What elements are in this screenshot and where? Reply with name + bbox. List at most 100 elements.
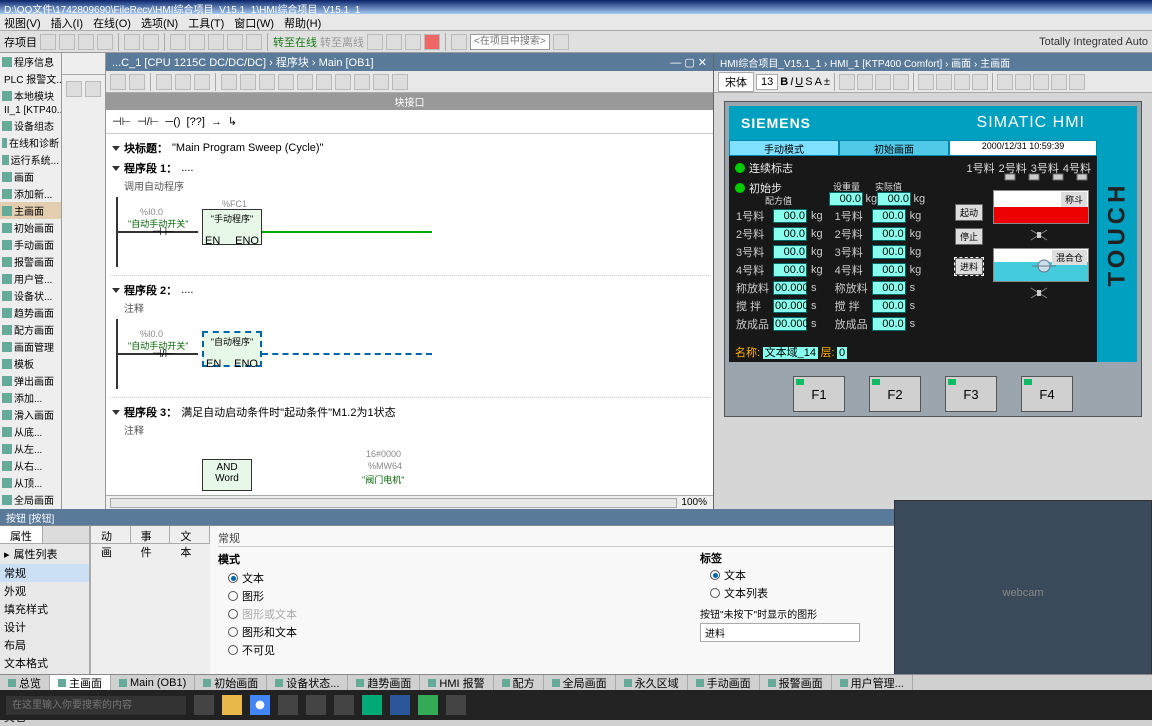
- taskbar-app-icon[interactable]: [278, 695, 298, 715]
- prop-category-item[interactable]: 文本格式: [0, 654, 89, 672]
- tool-icon[interactable]: [1033, 74, 1049, 90]
- prop-tab-events[interactable]: 事件: [131, 526, 171, 543]
- tree-item[interactable]: 永久区域: [0, 508, 61, 509]
- tree-item[interactable]: 运行系统...: [0, 151, 61, 168]
- editor-tab[interactable]: 总览: [0, 675, 50, 690]
- fkey-f2[interactable]: F2: [869, 376, 921, 412]
- line-icon[interactable]: [893, 74, 909, 90]
- hmi-button-init[interactable]: 初始画面: [839, 140, 949, 156]
- tree-item[interactable]: 从底...: [0, 423, 61, 440]
- tool-icon[interactable]: [156, 74, 172, 90]
- tree-item[interactable]: 从顶...: [0, 474, 61, 491]
- tool-icon[interactable]: [240, 74, 256, 90]
- tree-item[interactable]: 画面: [0, 168, 61, 185]
- tool-icon[interactable]: [972, 74, 988, 90]
- settings-icon[interactable]: [306, 695, 326, 715]
- editor-tab[interactable]: 全局画面: [544, 675, 616, 690]
- fkey-f3[interactable]: F3: [945, 376, 997, 412]
- hmi-feed-button[interactable]: 进料: [955, 258, 983, 275]
- label-radio[interactable]: 文本: [700, 566, 860, 584]
- editor-tab[interactable]: 报警画面: [760, 675, 832, 690]
- tree-item[interactable]: 滑入画面: [0, 406, 61, 423]
- tool-icon[interactable]: [175, 74, 191, 90]
- windows-taskbar[interactable]: [0, 690, 1152, 720]
- undo-icon[interactable]: [124, 34, 140, 50]
- tool-icon[interactable]: [297, 74, 313, 90]
- label-value-input[interactable]: 进料: [700, 623, 860, 642]
- tree-item[interactable]: 程序信息: [0, 53, 61, 70]
- close-icon[interactable]: [424, 34, 440, 50]
- toolbar-icon[interactable]: [40, 34, 56, 50]
- italic-icon[interactable]: I: [790, 76, 793, 88]
- fkey-f4[interactable]: F4: [1021, 376, 1073, 412]
- tool-icon[interactable]: [66, 81, 82, 97]
- network-header-1[interactable]: 程序段 1：....: [110, 158, 709, 178]
- tool-icon[interactable]: [110, 74, 126, 90]
- toolbar-icon[interactable]: [553, 34, 569, 50]
- project-search-input[interactable]: [470, 34, 550, 50]
- tia-portal-icon[interactable]: [362, 695, 382, 715]
- tree-item[interactable]: 从左...: [0, 440, 61, 457]
- project-tree[interactable]: 程序信息PLC 报警文...本地模块II_1 [KTP40...设备组态在线和诊…: [0, 53, 62, 509]
- tree-item[interactable]: 画面管理: [0, 338, 61, 355]
- editor-tab[interactable]: 主画面: [50, 675, 111, 690]
- editor-tab[interactable]: HMI 报警: [420, 675, 493, 690]
- editor-tab[interactable]: 永久区域: [616, 675, 688, 690]
- prop-category-item[interactable]: 设计: [0, 618, 89, 636]
- fill-icon[interactable]: [875, 74, 891, 90]
- tool-icon[interactable]: [335, 74, 351, 90]
- strike-icon[interactable]: S: [805, 76, 812, 88]
- tool-icon[interactable]: [392, 74, 408, 90]
- selected-network-box[interactable]: "自动程序" ENENO: [202, 331, 262, 367]
- font-size[interactable]: 13: [756, 74, 778, 90]
- copy-icon[interactable]: [78, 34, 94, 50]
- tool-icon[interactable]: [221, 74, 237, 90]
- tool-icon[interactable]: [373, 74, 389, 90]
- tool-icon[interactable]: [1051, 74, 1067, 90]
- taskbar-app-icon[interactable]: [194, 695, 214, 715]
- tool-icon[interactable]: [354, 74, 370, 90]
- download-icon[interactable]: [170, 34, 186, 50]
- go-offline-button[interactable]: 转至离线: [320, 34, 364, 50]
- label-radio[interactable]: 文本列表: [700, 584, 860, 602]
- toolbar-icon[interactable]: [367, 34, 383, 50]
- tool-icon[interactable]: [259, 74, 275, 90]
- search-icon[interactable]: [451, 34, 467, 50]
- hmi-stop-button[interactable]: 停止: [955, 228, 983, 245]
- editor-tab[interactable]: 用户管理...: [832, 675, 913, 690]
- prop-tab-properties[interactable]: 属性: [0, 526, 43, 543]
- fkey-f1[interactable]: F1: [793, 376, 845, 412]
- tree-item[interactable]: 设备组态: [0, 117, 61, 134]
- editor-tab[interactable]: Main (OB1): [111, 675, 195, 690]
- menu-item[interactable]: 选项(N): [141, 15, 178, 29]
- menu-item[interactable]: 视图(V): [4, 15, 41, 29]
- hmi-screen[interactable]: SIEMENS SIMATIC HMI TOUCH 手动模式 初始画面 2000…: [729, 106, 1137, 362]
- underline-icon[interactable]: U: [795, 76, 803, 88]
- tree-item[interactable]: PLC 报警文...: [0, 70, 61, 87]
- tool-icon[interactable]: [918, 74, 934, 90]
- menu-item[interactable]: 在线(O): [93, 15, 131, 29]
- toolbar-icon[interactable]: [386, 34, 402, 50]
- save-project-button[interactable]: 存项目: [4, 34, 37, 50]
- prop-tab-text[interactable]: 文本: [170, 526, 210, 543]
- hmi-button-manual[interactable]: 手动模式: [729, 140, 839, 156]
- go-online-button[interactable]: 转至在线: [273, 34, 317, 50]
- tree-item[interactable]: II_1 [KTP40...: [0, 104, 61, 117]
- tree-item[interactable]: 配方画面: [0, 321, 61, 338]
- tool-icon[interactable]: [1015, 74, 1031, 90]
- toolbar-icon[interactable]: [246, 34, 262, 50]
- toolbar-icon[interactable]: [227, 34, 243, 50]
- tree-item[interactable]: 添加...: [0, 389, 61, 406]
- tool-icon[interactable]: [954, 74, 970, 90]
- tree-item[interactable]: 趋势画面: [0, 304, 61, 321]
- editor-tab[interactable]: 配方: [494, 675, 544, 690]
- paste-icon[interactable]: [97, 34, 113, 50]
- editor-tab[interactable]: 设备状态...: [267, 675, 348, 690]
- align-icon[interactable]: [839, 74, 855, 90]
- tool-icon[interactable]: [316, 74, 332, 90]
- tool-icon[interactable]: [278, 74, 294, 90]
- prop-category-item[interactable]: 布局: [0, 636, 89, 654]
- tree-item[interactable]: 模板: [0, 355, 61, 372]
- taskbar-search[interactable]: [6, 696, 186, 715]
- tool-icon[interactable]: [936, 74, 952, 90]
